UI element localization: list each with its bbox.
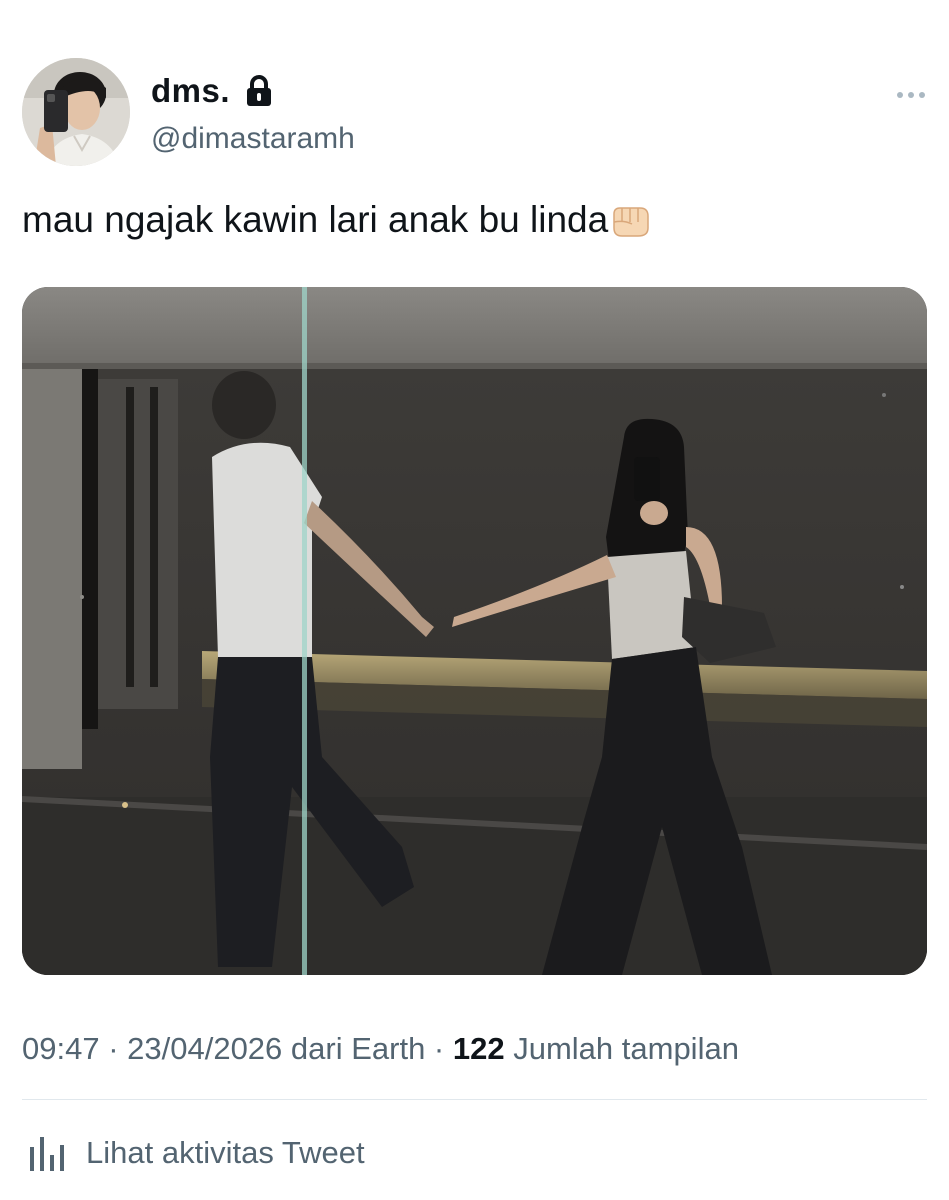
name-row[interactable]: dms. xyxy=(151,72,274,110)
divider xyxy=(22,1099,927,1100)
tweet-date[interactable]: 23/04/2026 xyxy=(127,1031,282,1066)
meta-separator: · xyxy=(99,1031,128,1066)
tweet-text-body: mau ngajak kawin lari anak bu linda xyxy=(22,199,609,240)
lock-icon xyxy=(244,75,274,107)
tweet-time[interactable]: 09:47 xyxy=(22,1031,100,1066)
photo xyxy=(22,287,927,975)
more-horizontal-icon[interactable] xyxy=(895,88,927,100)
oncoming-fist-icon xyxy=(610,200,652,240)
user-handle[interactable]: @dimastaramh xyxy=(151,122,355,156)
views-count: 122 xyxy=(452,1031,505,1066)
views-label: Jumlah tampilan xyxy=(504,1031,739,1066)
tweet-photo[interactable] xyxy=(22,287,927,975)
tweet-text: mau ngajak kawin lari anak bu linda xyxy=(22,199,652,241)
avatar-photo xyxy=(22,58,130,166)
avatar[interactable] xyxy=(22,58,130,166)
tweet-meta: 09:47 · 23/04/2026 dari Earth · 122 Juml… xyxy=(22,1031,739,1067)
meta-separator: · xyxy=(425,1031,453,1066)
view-tweet-activity-link[interactable]: Lihat aktivitas Tweet xyxy=(28,1133,365,1173)
tweet-detail: dms. @dimastaramh mau ngajak kawin lari … xyxy=(0,0,949,1200)
view-activity-label: Lihat aktivitas Tweet xyxy=(86,1135,365,1170)
tweet-source: dari Earth xyxy=(282,1031,426,1066)
analytics-bar-icon xyxy=(28,1133,68,1173)
display-name[interactable]: dms. xyxy=(151,72,230,110)
